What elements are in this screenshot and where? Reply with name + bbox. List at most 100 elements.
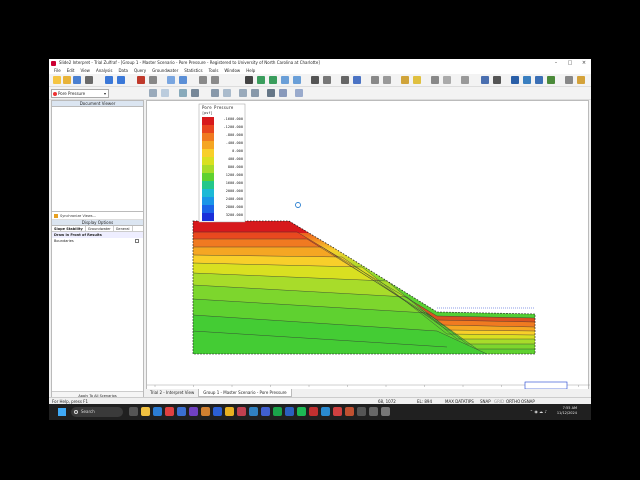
slip-center-marker[interactable] bbox=[295, 202, 301, 208]
tab-interpret-view[interactable]: Trial 2 - Interpret View bbox=[146, 389, 198, 397]
menu-window[interactable]: Window bbox=[221, 67, 243, 74]
tab-slope-stability[interactable]: Slope Stability bbox=[52, 226, 86, 231]
maximize-button[interactable]: □ bbox=[563, 59, 577, 67]
menu-query[interactable]: Query bbox=[131, 67, 149, 74]
arrow-icon[interactable] bbox=[413, 76, 421, 84]
app-magenta-icon[interactable] bbox=[237, 407, 246, 416]
layers-icon[interactable] bbox=[383, 76, 391, 84]
new-file-icon[interactable] bbox=[53, 76, 61, 84]
graph-icon[interactable] bbox=[493, 76, 501, 84]
delete-icon[interactable] bbox=[565, 76, 573, 84]
ruler-icon[interactable] bbox=[323, 76, 331, 84]
chart-icon[interactable] bbox=[523, 76, 531, 84]
redo-icon[interactable] bbox=[117, 76, 125, 84]
menu-file[interactable]: File bbox=[51, 67, 64, 74]
close-button[interactable]: × bbox=[577, 59, 591, 67]
legend-icon[interactable] bbox=[161, 89, 169, 97]
query-icon[interactable] bbox=[481, 76, 489, 84]
model-canvas[interactable]: Pore Pressure [psf] -1600.000 -1200.000 -8… bbox=[147, 101, 590, 397]
menu-data[interactable]: Data bbox=[115, 67, 131, 74]
statistics-icon[interactable] bbox=[547, 76, 555, 84]
minimize-button[interactable]: – bbox=[549, 59, 563, 67]
app-purple-icon[interactable] bbox=[189, 407, 198, 416]
menu-edit[interactable]: Edit bbox=[64, 67, 78, 74]
task-view-icon[interactable] bbox=[129, 407, 138, 416]
data-tips-icon[interactable] bbox=[211, 89, 219, 97]
vectors-icon[interactable] bbox=[239, 89, 247, 97]
interpret-icon[interactable] bbox=[149, 76, 157, 84]
compute-icon[interactable] bbox=[137, 76, 145, 84]
line-icon[interactable] bbox=[461, 76, 469, 84]
app-red-icon[interactable] bbox=[165, 407, 174, 416]
select-icon[interactable] bbox=[167, 76, 175, 84]
menu-view[interactable]: View bbox=[77, 67, 93, 74]
tab-groundwater[interactable]: Groundwater bbox=[86, 226, 114, 231]
model-view[interactable]: Pore Pressure [psf] -1600.000 -1200.000 -8… bbox=[146, 100, 590, 397]
zoom-out-icon[interactable] bbox=[269, 76, 277, 84]
app-icon-18[interactable] bbox=[369, 407, 378, 416]
start-icon[interactable] bbox=[58, 408, 66, 416]
app-icon-17[interactable] bbox=[357, 407, 366, 416]
edge-icon[interactable] bbox=[153, 407, 162, 416]
system-tray[interactable]: ⌃ ◉ ☁ ♪ bbox=[530, 409, 547, 414]
app-icon-16[interactable] bbox=[345, 407, 354, 416]
contour-lines-icon[interactable] bbox=[191, 89, 199, 97]
magnify-icon[interactable] bbox=[293, 76, 301, 84]
filled-contours-icon[interactable] bbox=[179, 89, 187, 97]
app-blue-icon[interactable] bbox=[177, 407, 186, 416]
text-icon[interactable] bbox=[431, 76, 439, 84]
app-orange-icon[interactable] bbox=[201, 407, 210, 416]
circle-icon[interactable] bbox=[443, 76, 451, 84]
open-folder-icon[interactable] bbox=[63, 76, 71, 84]
app-icon-19[interactable] bbox=[381, 407, 390, 416]
globe-icon[interactable] bbox=[535, 76, 543, 84]
measure-icon[interactable] bbox=[311, 76, 319, 84]
zoom-icon[interactable] bbox=[281, 76, 289, 84]
zoom-extents-icon[interactable] bbox=[245, 76, 253, 84]
word-icon[interactable] bbox=[285, 407, 294, 416]
tab-general[interactable]: General bbox=[114, 226, 133, 231]
flow-lines-icon[interactable] bbox=[223, 89, 231, 97]
app-cyan-icon[interactable] bbox=[249, 407, 258, 416]
contour-icon[interactable] bbox=[149, 89, 157, 97]
excel-icon[interactable] bbox=[273, 407, 282, 416]
print-icon[interactable] bbox=[85, 76, 93, 84]
app-icon-14[interactable] bbox=[321, 407, 330, 416]
boundaries-option[interactable]: Boundaries bbox=[52, 238, 143, 244]
synchronize-views-button[interactable]: Synchronize Views... bbox=[52, 212, 143, 220]
menu-statistics[interactable]: Statistics bbox=[181, 67, 205, 74]
boundaries-checkbox[interactable] bbox=[135, 239, 139, 243]
save-icon[interactable] bbox=[73, 76, 81, 84]
image-icon[interactable] bbox=[353, 76, 361, 84]
export-icon[interactable] bbox=[577, 76, 585, 84]
outlook-icon[interactable] bbox=[213, 407, 222, 416]
tab-group-scenario[interactable]: Group 1 - Master Scenario - Pore Pressur… bbox=[198, 389, 292, 397]
taskbar-search[interactable]: Search bbox=[71, 407, 123, 417]
spotify-icon[interactable] bbox=[297, 407, 306, 416]
pan-icon[interactable] bbox=[179, 76, 187, 84]
query-line-icon[interactable] bbox=[279, 89, 287, 97]
view-selector[interactable]: Pore Pressure ▾ bbox=[51, 89, 109, 98]
flag-icon[interactable] bbox=[511, 76, 519, 84]
isosurface-icon[interactable] bbox=[251, 89, 259, 97]
undo-icon[interactable] bbox=[105, 76, 113, 84]
teams-icon[interactable] bbox=[261, 407, 270, 416]
zoom-all-icon[interactable] bbox=[199, 76, 207, 84]
mesh-icon[interactable] bbox=[267, 89, 275, 97]
app-icon-15[interactable] bbox=[333, 407, 342, 416]
zoom-in-icon[interactable] bbox=[257, 76, 265, 84]
materials-icon[interactable] bbox=[295, 89, 303, 97]
annotate-icon[interactable] bbox=[401, 76, 409, 84]
properties-icon[interactable] bbox=[371, 76, 379, 84]
app-icon-13[interactable] bbox=[309, 407, 318, 416]
file-explorer-icon[interactable] bbox=[141, 407, 150, 416]
menu-help[interactable]: Help bbox=[243, 67, 258, 74]
taskbar-clock[interactable]: 7:55 AM 11/12/2024 bbox=[557, 406, 577, 416]
menu-tools[interactable]: Tools bbox=[206, 67, 222, 74]
document-viewer-tree[interactable] bbox=[52, 107, 143, 212]
menu-groundwater[interactable]: Groundwater bbox=[149, 67, 181, 74]
chrome-icon[interactable] bbox=[225, 407, 234, 416]
menu-analysis[interactable]: Analysis bbox=[93, 67, 115, 74]
grid-icon[interactable] bbox=[341, 76, 349, 84]
zoom-window-icon[interactable] bbox=[211, 76, 219, 84]
